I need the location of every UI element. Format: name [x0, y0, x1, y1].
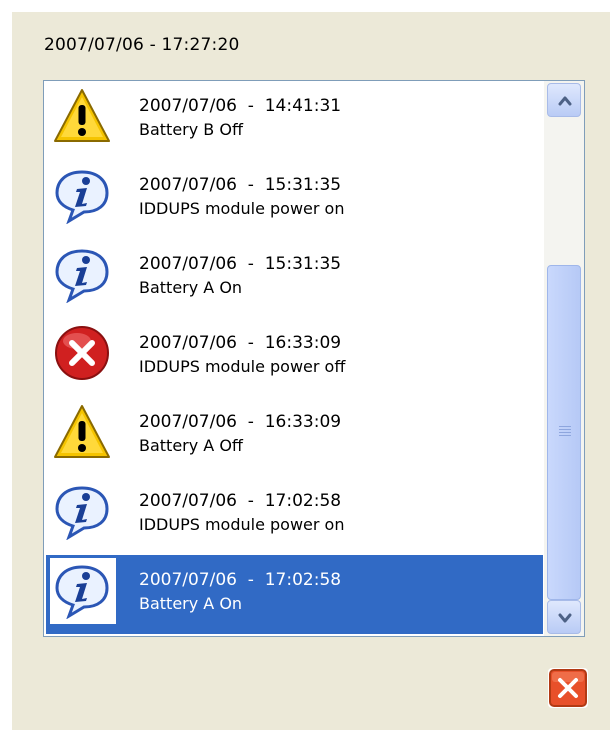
event-message: Battery B Off	[139, 120, 243, 139]
vertical-scrollbar[interactable]	[544, 81, 584, 636]
event-datetime: 2007/07/06 - 16:33:09	[139, 333, 342, 353]
event-message: Battery A On	[139, 278, 243, 297]
list-item[interactable]: 2007/07/06 - 17:02:58 IDDUPS module powe…	[46, 476, 543, 555]
list-item-selected[interactable]: 2007/07/06 - 17:02:58 Battery A On	[46, 555, 543, 634]
close-button[interactable]	[548, 668, 588, 708]
event-message: Battery A On	[139, 594, 243, 613]
event-message: IDDUPS module power on	[139, 199, 345, 218]
event-datetime: 2007/07/06 - 15:31:35	[139, 254, 342, 274]
list-item[interactable]: 2007/07/06 - 16:33:09 Battery A Off	[46, 397, 543, 476]
list-item[interactable]: 2007/07/06 - 14:41:31 Battery B Off	[46, 81, 543, 160]
scroll-down-button[interactable]	[547, 600, 581, 634]
info-icon	[53, 166, 111, 225]
chevron-up-icon	[558, 96, 572, 106]
list-item[interactable]: 2007/07/06 - 16:33:09 IDDUPS module powe…	[46, 318, 543, 397]
close-icon	[549, 669, 587, 707]
error-icon	[53, 324, 111, 382]
current-time: 2007/07/06 - 17:27:20	[44, 35, 240, 55]
event-message: IDDUPS module power off	[139, 357, 346, 376]
warning-icon	[53, 87, 111, 145]
scroll-up-button[interactable]	[547, 83, 581, 117]
grip-icon	[559, 426, 571, 438]
list-item[interactable]: 2007/07/06 - 15:31:35 IDDUPS module powe…	[46, 160, 543, 239]
event-datetime: 2007/07/06 - 15:31:35	[139, 175, 342, 195]
event-list-frame: 2007/07/06 - 14:41:31 Battery B Off 2007…	[43, 80, 585, 637]
info-icon	[53, 245, 111, 304]
list-item[interactable]: 2007/07/06 - 15:31:35 Battery A On	[46, 239, 543, 318]
event-message: Battery A Off	[139, 436, 243, 455]
event-message: IDDUPS module power on	[139, 515, 345, 534]
event-datetime: 2007/07/06 - 14:41:31	[139, 96, 342, 116]
warning-icon	[53, 403, 111, 461]
event-datetime: 2007/07/06 - 16:33:09	[139, 412, 342, 432]
info-icon	[50, 558, 116, 624]
chevron-down-icon	[558, 613, 572, 623]
scroll-thumb[interactable]	[547, 265, 581, 600]
event-list[interactable]: 2007/07/06 - 14:41:31 Battery B Off 2007…	[46, 81, 543, 636]
event-datetime: 2007/07/06 - 17:02:58	[139, 570, 342, 590]
info-icon	[53, 482, 111, 541]
event-datetime: 2007/07/06 - 17:02:58	[139, 491, 342, 511]
